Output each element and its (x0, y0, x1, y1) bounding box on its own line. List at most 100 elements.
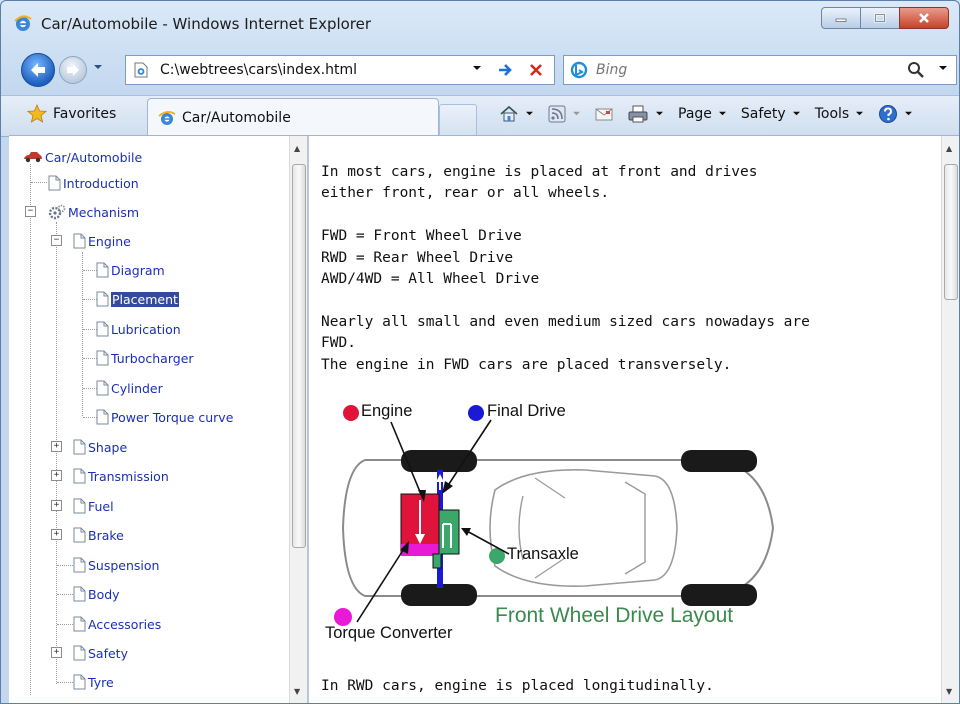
expand-toggle[interactable]: + (51, 441, 62, 452)
address-dropdown[interactable] (472, 62, 482, 75)
chevron-down-icon (573, 111, 580, 115)
scroll-thumb[interactable] (944, 164, 958, 300)
back-button[interactable] (21, 53, 55, 87)
search-options-dropdown[interactable] (938, 64, 948, 75)
tree-item-car-automobile[interactable]: Car/Automobile (23, 147, 142, 167)
tree-label-selected: Placement (111, 291, 179, 307)
gears-icon (48, 204, 66, 220)
minimize-button[interactable] (821, 7, 861, 29)
tree-label: Lubrication (111, 321, 181, 337)
printer-icon (628, 105, 648, 123)
chevron-down-icon (718, 111, 726, 115)
expand-toggle[interactable]: + (51, 529, 62, 540)
document-icon (48, 175, 61, 191)
tree-scrollbar[interactable]: ▲ ▼ (289, 136, 307, 703)
tree-label: Engine (88, 233, 131, 249)
search-input[interactable] (594, 59, 898, 81)
document-pane: In most cars, engine is placed at front … (309, 136, 959, 703)
tree-line (57, 565, 73, 566)
tree-line (57, 682, 73, 683)
tree-label: Diagram (111, 262, 165, 278)
close-button[interactable] (899, 7, 949, 29)
bing-icon (570, 61, 588, 79)
window-controls (821, 7, 949, 29)
scroll-up-arrow-icon[interactable]: ▲ (294, 144, 300, 153)
favorites-button[interactable]: Favorites (27, 104, 116, 124)
address-text: C:\webtrees\cars\index.html (160, 62, 358, 78)
tree-item-transmission[interactable]: Transmission (73, 466, 169, 486)
tree-item-mechanism[interactable]: Mechanism (48, 202, 139, 222)
tree-item-lubrication[interactable]: Lubrication (96, 319, 181, 339)
forward-button[interactable] (59, 56, 87, 84)
tree-line (56, 244, 57, 684)
tools-menu[interactable]: Tools (815, 106, 865, 122)
tree-item-cylinder[interactable]: Cylinder (96, 378, 163, 398)
safety-menu[interactable]: Safety (741, 106, 801, 122)
chevron-down-icon (856, 111, 864, 115)
expand-toggle[interactable]: + (51, 470, 62, 481)
search-icon[interactable] (906, 60, 926, 80)
torque-converter-label: Torque Converter (325, 624, 453, 642)
tree-item-brake[interactable]: Brake (73, 525, 124, 545)
collapse-toggle[interactable]: − (25, 206, 36, 217)
maximize-icon (874, 13, 886, 23)
tree-item-introduction[interactable]: Introduction (48, 173, 139, 193)
tree-item-power-torque-curve[interactable]: Power Torque curve (96, 407, 233, 427)
collapse-toggle[interactable]: − (51, 235, 62, 246)
tree-item-placement[interactable]: Placement (96, 289, 179, 309)
new-tab-button[interactable] (439, 104, 477, 136)
tree-label: Mechanism (68, 204, 140, 220)
search-box (563, 55, 957, 85)
tree-item-engine[interactable]: Engine (73, 231, 131, 251)
maximize-button[interactable] (860, 7, 900, 29)
go-arrow-icon[interactable] (496, 60, 516, 80)
page-menu[interactable]: Page (678, 106, 727, 122)
expand-toggle[interactable]: + (51, 500, 62, 511)
tree-label: Accessories (88, 616, 162, 632)
tree-label: Tyre (88, 674, 114, 690)
document-icon (73, 616, 86, 632)
tree-item-diagram[interactable]: Diagram (96, 260, 165, 280)
help-button[interactable] (878, 104, 913, 124)
tree-item-accessories[interactable]: Accessories (73, 614, 161, 634)
scroll-thumb[interactable] (292, 164, 306, 548)
tree-item-fuel[interactable]: Fuel (73, 496, 114, 516)
document-scrollbar[interactable]: ▲ ▼ (941, 136, 959, 703)
tree-item-suspension[interactable]: Suspension (73, 555, 159, 575)
document-text-rwd: In RWD cars, engine is placed longitudin… (321, 678, 714, 694)
tree-item-tyre[interactable]: Tyre (73, 672, 114, 692)
read-mail-button[interactable] (595, 106, 613, 122)
tree-line (57, 624, 73, 625)
tree-item-safety[interactable]: Safety (73, 643, 128, 663)
document-icon (73, 557, 86, 573)
chevron-down-icon (656, 111, 663, 115)
car-icon (24, 152, 42, 163)
document-icon (73, 674, 86, 690)
scroll-down-arrow-icon[interactable]: ▼ (946, 687, 952, 696)
stop-icon[interactable] (526, 60, 546, 80)
command-icons: Page Safety Tools (499, 104, 927, 124)
tree-line (83, 299, 97, 300)
tab-car-automobile[interactable]: Car/Automobile (147, 98, 439, 137)
tree-item-body[interactable]: Body (73, 584, 120, 604)
expand-toggle[interactable]: + (51, 647, 62, 658)
chevron-down-icon (905, 111, 913, 115)
final-drive-label: Final Drive (487, 402, 566, 420)
feeds-button[interactable] (548, 105, 581, 123)
tree-label: Power Torque curve (111, 409, 234, 425)
scroll-up-arrow-icon[interactable]: ▲ (946, 144, 952, 153)
print-button[interactable] (627, 104, 664, 124)
tree-label: Turbocharger (111, 350, 194, 366)
tree-item-shape[interactable]: Shape (73, 437, 127, 457)
minimize-icon (835, 18, 847, 22)
tree-item-turbocharger[interactable]: Turbocharger (96, 348, 194, 368)
address-bar[interactable]: C:\webtrees\cars\index.html (125, 55, 555, 85)
document-icon (96, 321, 109, 337)
scroll-down-arrow-icon[interactable]: ▼ (294, 687, 300, 696)
chevron-down-icon (473, 66, 481, 70)
home-button[interactable] (499, 104, 534, 124)
document-icon (96, 262, 109, 278)
transaxle-label: Transaxle (507, 545, 579, 563)
tree-line (30, 164, 31, 695)
recent-pages-dropdown[interactable] (93, 63, 103, 74)
